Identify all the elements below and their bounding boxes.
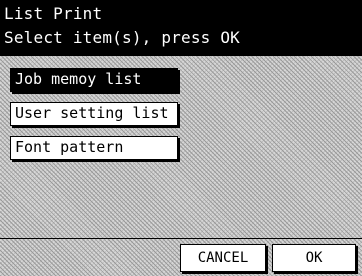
- instruction-text: Select item(s), press OK: [4, 28, 240, 47]
- list-item-font-pattern[interactable]: Font pattern: [10, 136, 178, 160]
- header-bar: List Print Select item(s), press OK: [0, 0, 362, 56]
- screen-background: List Print Select item(s), press OK Job …: [0, 0, 362, 276]
- page-title: List Print: [4, 4, 103, 23]
- list-item-job-memory-list[interactable]: Job memoy list: [10, 68, 178, 92]
- cancel-button[interactable]: CANCEL: [180, 244, 266, 272]
- ok-button[interactable]: OK: [272, 244, 356, 272]
- list-item-user-setting-list[interactable]: User setting list: [10, 102, 178, 126]
